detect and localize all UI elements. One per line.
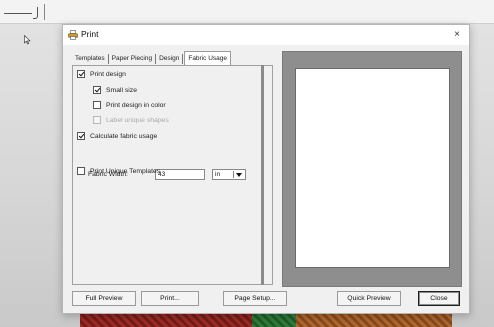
panel-shadow xyxy=(261,65,264,285)
print-unique-templates-option[interactable]: Print Unique Templates xyxy=(77,167,160,175)
print-design-color-checkbox[interactable] xyxy=(93,101,101,109)
calculate-fabric-label: Calculate fabric usage xyxy=(90,132,158,140)
small-size-option[interactable]: Small size xyxy=(93,86,137,94)
small-size-label: Small size xyxy=(106,86,137,94)
calculate-fabric-option[interactable]: Calculate fabric usage xyxy=(77,132,157,140)
preview-page xyxy=(295,68,450,268)
tab-fabric-usage[interactable]: Fabric Usage xyxy=(184,51,231,65)
tab-separator xyxy=(182,54,184,64)
print-design-checkbox[interactable] xyxy=(77,70,85,78)
print-design-label: Print design xyxy=(90,70,126,78)
tab-separator xyxy=(155,54,157,64)
full-preview-button[interactable]: Full Preview xyxy=(72,291,136,306)
unit-value: in xyxy=(215,171,221,178)
dialog-titlebar[interactable]: Print × xyxy=(63,25,469,45)
close-icon[interactable]: × xyxy=(449,27,465,43)
calculate-fabric-checkbox[interactable] xyxy=(77,132,85,140)
chevron-down-icon[interactable] xyxy=(236,173,242,177)
label-unique-shapes-option: Label unique shapes xyxy=(93,116,169,124)
background-bracket xyxy=(33,7,38,19)
small-size-checkbox[interactable] xyxy=(93,86,101,94)
tab-separator xyxy=(107,54,109,64)
quick-preview-button[interactable]: Quick Preview xyxy=(337,291,401,306)
print-design-option[interactable]: Print design xyxy=(77,70,126,78)
print-unique-templates-label: Print Unique Templates xyxy=(90,167,161,175)
tab-strip: Templates Paper Piecing Design Fabric Us… xyxy=(73,51,231,65)
select-separator xyxy=(233,171,234,178)
print-design-color-option[interactable]: Print design in color xyxy=(93,101,166,109)
quilt-red-strip xyxy=(80,312,252,327)
label-unique-shapes-label: Label unique shapes xyxy=(106,116,169,124)
printer-icon xyxy=(68,30,78,40)
print-unique-templates-checkbox[interactable] xyxy=(77,167,85,175)
page-setup-button[interactable]: Page Setup... xyxy=(223,291,287,306)
tab-paper-piecing[interactable]: Paper Piecing xyxy=(110,53,154,65)
cursor-icon xyxy=(24,34,31,45)
tab-design[interactable]: Design xyxy=(157,53,181,65)
close-button[interactable]: Close xyxy=(418,291,460,306)
dialog-title: Print xyxy=(81,29,99,39)
quilt-green-strip xyxy=(252,312,296,327)
background-quilt-preview xyxy=(80,312,452,327)
print-button[interactable]: Print... xyxy=(141,291,199,306)
fabric-width-unit-select[interactable]: in xyxy=(212,169,246,180)
print-design-color-label: Print design in color xyxy=(106,101,166,109)
print-dialog: Print × Templates Paper Piecing Design F… xyxy=(62,24,470,314)
fabric-width-input[interactable] xyxy=(155,169,205,180)
quilt-orange-strip xyxy=(296,312,452,327)
background-divider xyxy=(44,4,45,20)
background-toolbar xyxy=(0,0,494,24)
tab-templates[interactable]: Templates xyxy=(73,53,107,65)
label-unique-shapes-checkbox xyxy=(93,116,101,124)
print-preview-area xyxy=(282,51,462,287)
background-ruler-line xyxy=(4,13,32,14)
